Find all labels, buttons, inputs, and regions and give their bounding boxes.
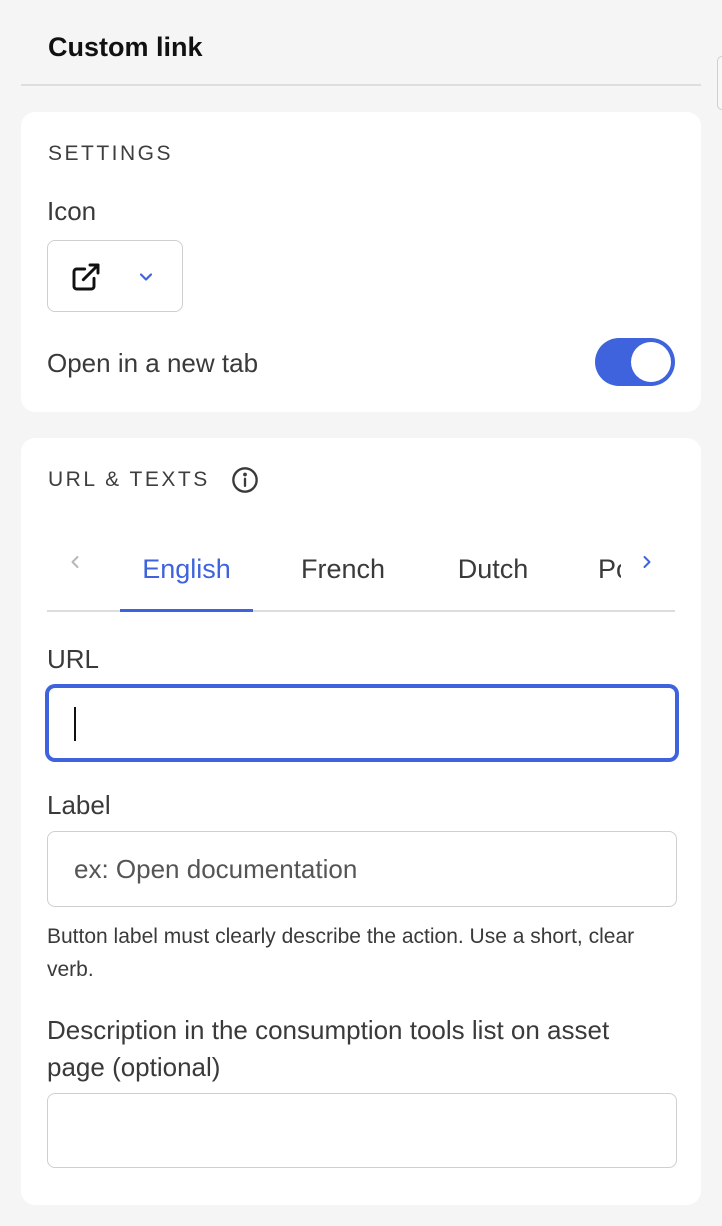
chevron-left-icon[interactable] [65, 552, 85, 577]
toggle-knob [631, 342, 671, 382]
custom-link-panel: Custom link SETTINGS Icon Open in a new … [0, 0, 722, 1226]
url-texts-section-title: URL & TEXTS [48, 468, 210, 491]
description-input[interactable] [47, 1093, 677, 1168]
new-tab-label: Open in a new tab [47, 348, 259, 378]
url-label: URL [47, 644, 100, 674]
url-texts-card: URL & TEXTS English French Dutch P URL L… [21, 438, 701, 1205]
icon-select-dropdown[interactable] [47, 240, 183, 312]
info-icon[interactable] [231, 466, 259, 499]
label-input[interactable] [47, 831, 677, 907]
settings-card: SETTINGS Icon Open in a new tab [21, 112, 701, 412]
external-link-icon [70, 261, 102, 298]
tab-label: Dutch [457, 554, 529, 584]
tab-label: French [300, 554, 386, 584]
text-caret [74, 707, 76, 741]
language-tabs: English French Dutch Portuguese [47, 538, 675, 612]
url-input[interactable] [47, 686, 677, 760]
tab-label: Portuguese [598, 554, 621, 584]
description-label: Description in the consumption tools lis… [47, 1015, 610, 1082]
tab-portuguese[interactable]: Portuguese [598, 546, 621, 610]
panel-header: Custom link [21, 0, 701, 86]
chevron-right-icon[interactable] [637, 552, 657, 577]
label-label: Label [47, 790, 111, 820]
tab-dutch[interactable]: Dutch [441, 546, 545, 610]
label-help-text: Button label must clearly describe the a… [47, 925, 635, 981]
chevron-down-icon [136, 267, 156, 292]
new-tab-toggle[interactable] [595, 338, 675, 386]
settings-section-title: SETTINGS [48, 142, 174, 165]
tab-french[interactable]: French [287, 546, 399, 610]
panel-title: Custom link [48, 32, 203, 62]
active-tab-indicator [120, 609, 253, 612]
tab-label: English [142, 554, 231, 584]
panel-resize-handle[interactable] [717, 56, 722, 110]
tabs-viewport: English French Dutch Portuguese [99, 538, 621, 612]
icon-label: Icon [47, 196, 97, 226]
tab-english[interactable]: English [120, 546, 253, 612]
